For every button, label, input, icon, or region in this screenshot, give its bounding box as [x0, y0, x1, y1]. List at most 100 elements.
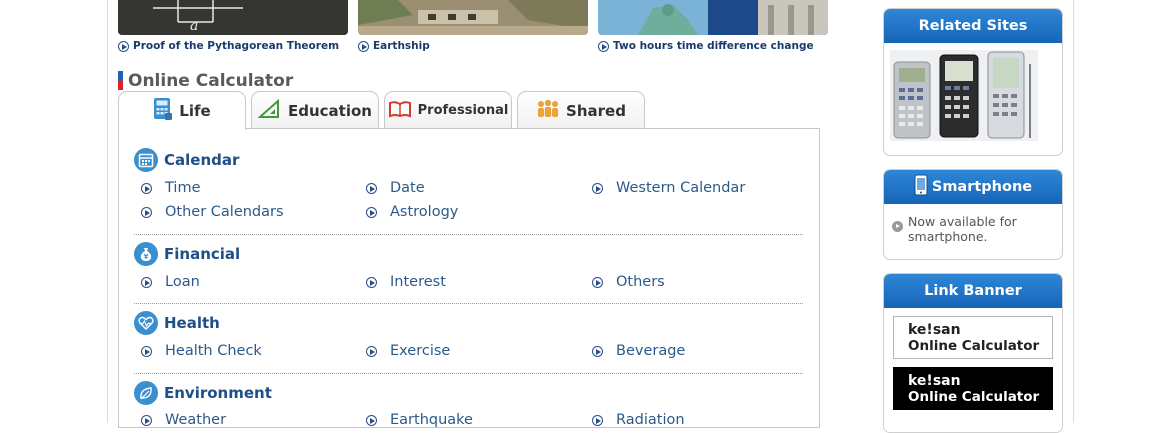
online-calculator-heading: Online Calculator [118, 70, 294, 91]
link-loan[interactable]: Loan [141, 274, 200, 290]
link-date[interactable]: Date [366, 180, 425, 196]
arrow-bullet-icon [366, 182, 377, 194]
link-exercise[interactable]: Exercise [366, 343, 450, 359]
link-interest[interactable]: Interest [366, 274, 446, 290]
arrow-bullet-icon [366, 206, 377, 218]
banner-subtitle: Online Calculator [908, 338, 1040, 354]
arrow-bullet-icon [366, 276, 377, 288]
tab-shared-label: Shared [566, 101, 626, 120]
link-label: Exercise [390, 343, 451, 359]
casio-calculators-image[interactable] [890, 50, 1038, 141]
link-label: Time [165, 180, 201, 196]
smartphone-link[interactable]: Now available for smartphone. [892, 214, 1028, 244]
featured-link-earthship[interactable]: Earthship [358, 40, 430, 52]
arrow-bullet-icon [366, 414, 377, 426]
divider [134, 234, 803, 235]
banner-subtitle: Online Calculator [908, 389, 1040, 405]
liberty-thumbnail[interactable] [598, 0, 828, 35]
arrow-bullet-icon [118, 40, 129, 52]
featured-link-label: Two hours time difference change [613, 40, 814, 52]
link-other-calendars[interactable]: Other Calendars [141, 204, 284, 220]
link-label: Health Check [165, 343, 262, 359]
link-label: Western Calendar [616, 180, 746, 196]
link-label: Beverage [616, 343, 686, 359]
open-book-icon [388, 100, 412, 122]
category-environment[interactable]: Environment [134, 381, 272, 405]
category-financial[interactable]: ¥ Financial [134, 242, 240, 266]
category-calendar[interactable]: Calendar [134, 148, 239, 172]
tab-education[interactable]: Education [251, 91, 379, 129]
arrow-bullet-icon [358, 40, 369, 52]
link-weather[interactable]: Weather [141, 412, 226, 428]
smartphone-title: Smartphone [931, 179, 1033, 195]
link-banner-header: Link Banner [884, 274, 1062, 308]
arrow-bullet-icon [366, 345, 377, 357]
link-earthquake[interactable]: Earthquake [366, 412, 473, 428]
heart-pulse-icon [134, 311, 158, 335]
link-label: Other Calendars [165, 204, 284, 220]
triangle-ruler-icon [257, 98, 282, 123]
category-title: Health [164, 314, 220, 332]
arrow-bullet-icon [592, 182, 603, 194]
related-sites-header: Related Sites [884, 9, 1062, 43]
category-title: Financial [164, 245, 241, 263]
featured-link-label: Proof of the Pythagorean Theorem [133, 40, 340, 52]
link-label: Date [390, 180, 425, 196]
link-banner-title: Link Banner [924, 283, 1022, 299]
arrow-bullet-icon [141, 345, 152, 357]
tab-shared[interactable]: Shared [517, 91, 645, 129]
link-label: Weather [165, 412, 227, 428]
link-label: Interest [390, 274, 446, 290]
pythagorean-thumbnail[interactable]: a [118, 0, 348, 35]
section-title: Online Calculator [128, 70, 294, 91]
link-label: Others [616, 274, 665, 290]
arrow-bullet-icon [141, 206, 152, 218]
category-title: Environment [164, 384, 272, 402]
arrow-bullet-icon [141, 182, 152, 194]
people-icon [536, 99, 560, 123]
smartphone-box: Smartphone Now available for smartphone. [883, 169, 1063, 260]
featured-link-label: Earthship [373, 40, 430, 52]
arrow-bullet-icon [598, 40, 609, 52]
tab-life-label: Life [179, 102, 211, 120]
smartphone-icon [914, 174, 928, 200]
arrow-bullet-icon [592, 345, 603, 357]
link-label: Earthquake [390, 412, 473, 428]
banner-logo-text: ke!san [908, 373, 961, 389]
banner-logo-text: ke!san [908, 322, 961, 338]
smartphone-header[interactable]: Smartphone [884, 170, 1062, 204]
earthship-thumbnail[interactable] [358, 0, 588, 35]
tab-education-label: Education [288, 101, 372, 120]
category-health[interactable]: Health [134, 311, 220, 335]
tab-life[interactable]: Life [118, 91, 246, 130]
calendar-icon [134, 148, 158, 172]
link-label: Astrology [390, 204, 459, 220]
tab-professional-label: Professional [417, 103, 509, 118]
keisan-banner-black[interactable]: ke!san Online Calculator [893, 367, 1053, 410]
svg-text:a: a [190, 18, 198, 34]
svg-text:¥: ¥ [144, 253, 149, 261]
keisan-banner-white[interactable]: ke!san Online Calculator [893, 316, 1053, 359]
category-title: Calendar [164, 151, 240, 169]
divider [134, 373, 803, 374]
link-radiation[interactable]: Radiation [592, 412, 685, 428]
leaf-icon [134, 381, 158, 405]
link-astrology[interactable]: Astrology [366, 204, 458, 220]
arrow-bullet-icon [141, 276, 152, 288]
link-beverage[interactable]: Beverage [592, 343, 685, 359]
link-label: Loan [165, 274, 200, 290]
link-western-calendar[interactable]: Western Calendar [592, 180, 745, 196]
arrow-bullet-icon [592, 276, 603, 288]
link-others[interactable]: Others [592, 274, 665, 290]
divider [134, 303, 803, 304]
smartphone-text: Now available for smartphone. [908, 214, 1017, 244]
tab-professional[interactable]: Professional [384, 91, 512, 129]
link-time[interactable]: Time [141, 180, 201, 196]
arrow-bullet-icon [892, 221, 903, 232]
link-label: Radiation [616, 412, 685, 428]
link-health-check[interactable]: Health Check [141, 343, 262, 359]
heading-accent-bar [118, 71, 123, 90]
featured-link-pythagorean[interactable]: Proof of the Pythagorean Theorem [118, 40, 339, 52]
related-sites-box: Related Sites [883, 8, 1063, 156]
featured-link-time-difference[interactable]: Two hours time difference change [598, 40, 814, 52]
